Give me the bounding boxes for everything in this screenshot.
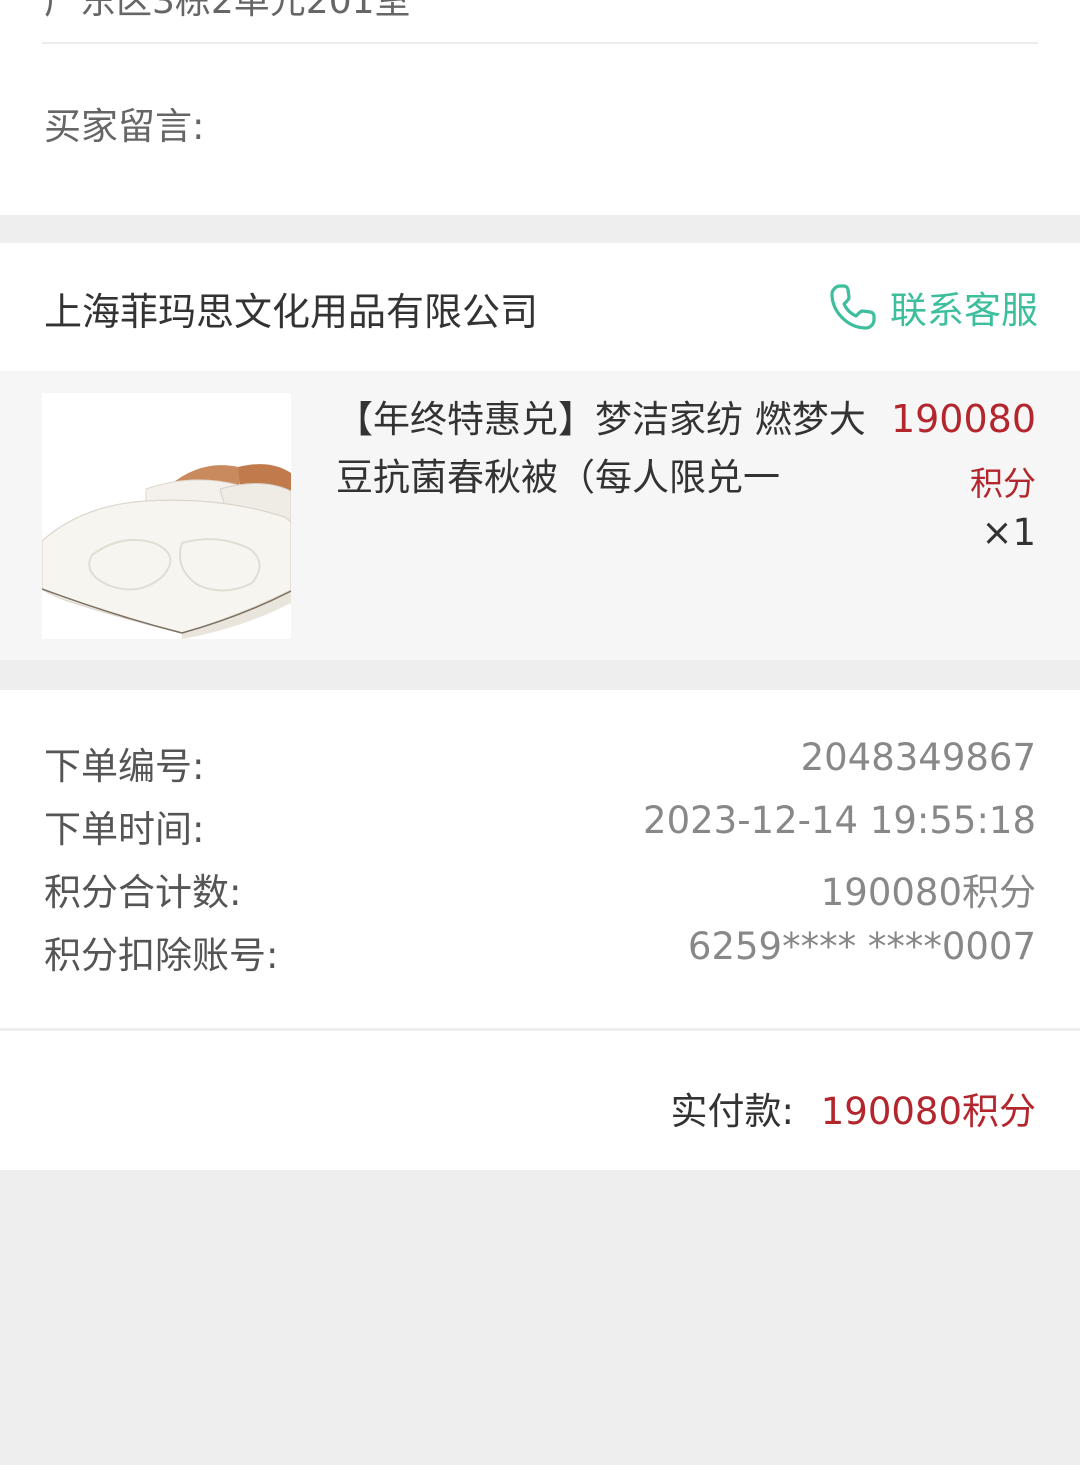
phone-icon <box>830 284 876 330</box>
amount-paid-label: 实付款: <box>670 1090 794 1133</box>
points-total-row: 积分合计数: 190080积分 <box>44 862 1036 924</box>
order-time-label: 下单时间: <box>44 808 205 851</box>
order-time-value: 2023-12-14 19:55:18 <box>643 799 1036 842</box>
product-quantity: ×1 <box>981 511 1036 554</box>
quilt-image <box>42 393 291 639</box>
order-number-value: 2048349867 <box>800 736 1036 779</box>
delivery-address: 广东区3栋2单元201室 <box>44 0 411 22</box>
points-account-row: 积分扣除账号: 6259**** ****0007 <box>44 925 1036 987</box>
order-time-row: 下单时间: 2023-12-14 19:55:18 <box>44 799 1036 861</box>
payment-total-card: 实付款: 190080积分 <box>0 1031 1080 1170</box>
address-card: 广东区3栋2单元201室 买家留言: <box>0 0 1080 215</box>
points-account-label: 积分扣除账号: <box>44 934 279 977</box>
amount-paid-value: 190080积分 <box>820 1090 1036 1133</box>
product-price: 190080 <box>890 397 1036 441</box>
contact-service-label: 联系客服 <box>890 289 1038 332</box>
points-total-value: 190080积分 <box>820 871 1036 914</box>
order-info-card: 下单编号: 2048349867 下单时间: 2023-12-14 19:55:… <box>0 690 1080 1028</box>
shop-header: 上海菲玛思文化用品有限公司 联系客服 <box>0 243 1080 371</box>
product-title[interactable]: 【年终特惠兑】梦洁家纺 燃梦大豆抗菌春秋被（每人限兑一 <box>336 391 876 507</box>
shop-name: 上海菲玛思文化用品有限公司 <box>44 290 539 334</box>
order-number-label: 下单编号: <box>44 745 205 788</box>
points-total-label: 积分合计数: <box>44 871 242 914</box>
order-detail-page: 广东区3栋2单元201室 买家留言: 上海菲玛思文化用品有限公司 联系客服 【年… <box>0 0 1080 1465</box>
product-item[interactable]: 【年终特惠兑】梦洁家纺 燃梦大豆抗菌春秋被（每人限兑一 190080 积分 ×1 <box>0 371 1080 660</box>
points-account-value: 6259**** ****0007 <box>687 925 1036 968</box>
product-price-unit: 积分 <box>970 464 1036 503</box>
buyer-note-label: 买家留言: <box>44 105 205 148</box>
order-number-row: 下单编号: 2048349867 <box>44 736 1036 798</box>
divider <box>42 42 1038 44</box>
contact-service-button[interactable]: 联系客服 <box>826 277 1038 337</box>
product-thumbnail[interactable] <box>42 393 291 639</box>
